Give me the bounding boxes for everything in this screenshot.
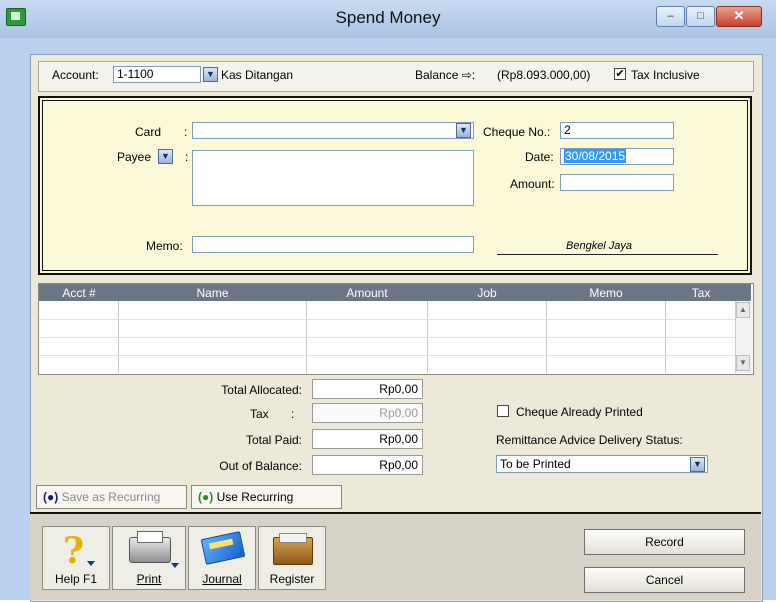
remittance-status-select[interactable]: To be Printed: [496, 455, 708, 473]
tax-total-value: Rp0,00: [312, 403, 423, 423]
out-of-balance-value: Rp0,00: [312, 455, 423, 475]
out-of-balance-label: Out of Balance:: [219, 459, 302, 473]
column-header-amount[interactable]: Amount: [307, 286, 427, 300]
card-field[interactable]: [192, 122, 474, 139]
payee-separator: :: [185, 150, 189, 164]
signature-text: Bengkel Jaya: [566, 240, 633, 252]
save-as-recurring-button[interactable]: (●) Save as Recurring: [36, 485, 187, 509]
balance-label: Balance ⇨:: [415, 68, 476, 82]
help-label: Help F1: [54, 572, 98, 586]
column-header-name[interactable]: Name: [119, 286, 306, 300]
payee-dropdown-button[interactable]: ▼: [158, 149, 173, 164]
remittance-status-label: Remittance Advice Delivery Status:: [496, 433, 683, 447]
cheque-no-label: Cheque No.:: [483, 125, 551, 139]
total-allocated-value: Rp0,00: [312, 379, 423, 399]
register-label: Register: [269, 572, 315, 586]
tax-inclusive-checkbox[interactable]: ✔: [614, 68, 626, 80]
account-label: Account:: [52, 68, 99, 82]
row-divider: [39, 337, 735, 338]
memo-field[interactable]: [192, 236, 474, 253]
row-divider: [39, 355, 735, 356]
printer-paper-icon: [137, 531, 163, 543]
tax-total-separator: :: [291, 407, 295, 421]
use-recurring-label: Use Recurring: [216, 490, 294, 504]
remittance-dropdown-button[interactable]: ▼: [690, 457, 705, 472]
help-question-icon: ?: [63, 530, 85, 572]
recurring-save-icon: (●): [43, 490, 59, 504]
cheque-no-field[interactable]: 2: [560, 122, 674, 139]
account-select-button[interactable]: ▼: [203, 67, 218, 82]
print-label-text: Print: [136, 572, 162, 586]
signature-line: [497, 254, 718, 255]
journal-book-icon: [200, 531, 246, 565]
date-field[interactable]: 30/08/2015: [560, 148, 674, 165]
journal-button[interactable]: Journal: [188, 526, 256, 590]
tax-inclusive-label: Tax Inclusive: [631, 68, 700, 82]
total-allocated-label: Total Allocated:: [221, 383, 302, 397]
payee-label: Payee: [117, 150, 152, 164]
card-label: Card: [135, 125, 162, 139]
column-header-acct[interactable]: Acct #: [40, 286, 118, 300]
help-dropdown-arrow-icon: [87, 561, 95, 566]
balance-value: (Rp8.093.000,00): [497, 68, 591, 82]
account-number-field[interactable]: 1-1100: [113, 66, 201, 83]
register-file-tab-icon: [279, 533, 307, 543]
toolbar-separator: [30, 512, 761, 514]
journal-label: Journal: [189, 572, 255, 586]
close-button[interactable]: ✕: [716, 6, 762, 27]
cheque-printed-label: Cheque Already Printed: [516, 405, 643, 419]
column-header-memo[interactable]: Memo: [547, 286, 665, 300]
print-button[interactable]: Print: [112, 526, 186, 590]
scroll-down-arrow-icon[interactable]: ▼: [736, 355, 750, 371]
maximize-button[interactable]: □: [686, 6, 715, 27]
column-header-job[interactable]: Job: [428, 286, 546, 300]
memo-label: Memo:: [146, 239, 183, 253]
column-header-tax[interactable]: Tax: [666, 286, 736, 300]
payee-address-field[interactable]: [192, 150, 474, 206]
journal-label-text: Journal: [202, 572, 242, 586]
card-select-button[interactable]: ▼: [456, 123, 471, 138]
help-button[interactable]: ? Help F1: [42, 526, 110, 590]
date-label: Date:: [525, 150, 554, 164]
account-name: Kas Ditangan: [221, 68, 294, 82]
total-paid-value: Rp0,00: [312, 429, 423, 449]
amount-label: Amount:: [510, 177, 555, 191]
amount-field[interactable]: [560, 174, 674, 191]
total-paid-label: Total Paid:: [245, 433, 302, 447]
cheque-printed-checkbox[interactable]: [497, 405, 509, 417]
print-dropdown-arrow-icon: [171, 563, 179, 568]
minimize-button[interactable]: –: [656, 6, 685, 27]
register-button[interactable]: Register: [258, 526, 326, 590]
date-value-selected: 30/08/2015: [564, 149, 627, 163]
tax-total-label: Tax: [250, 407, 269, 421]
cancel-button[interactable]: Cancel: [584, 567, 745, 593]
print-label: Print: [113, 572, 185, 586]
card-separator: :: [184, 125, 188, 139]
save-as-recurring-label: Save as Recurring: [61, 490, 161, 504]
use-recurring-button[interactable]: (●) Use Recurring: [191, 485, 342, 509]
scroll-up-arrow-icon[interactable]: ▲: [736, 302, 750, 318]
record-button[interactable]: Record: [584, 529, 745, 555]
recurring-use-icon: (●): [198, 490, 214, 504]
row-divider: [39, 319, 735, 320]
